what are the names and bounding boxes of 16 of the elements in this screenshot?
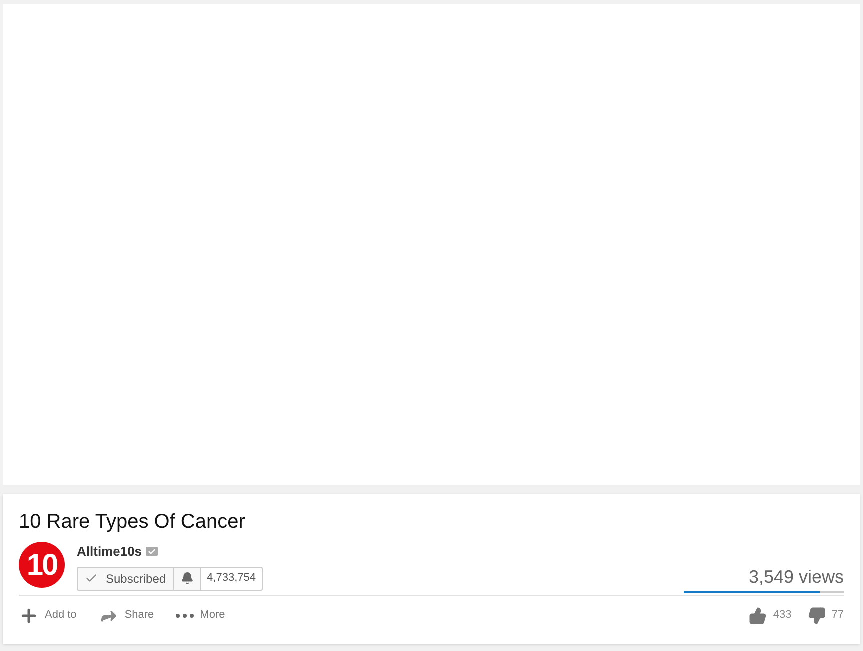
channel-logo[interactable]: 10 bbox=[19, 542, 65, 588]
action-button[interactable]: More bbox=[176, 607, 226, 624]
bell-icon bbox=[180, 572, 194, 585]
dislike-button[interactable]: 77 bbox=[808, 606, 844, 624]
like-button[interactable]: 433 bbox=[749, 606, 792, 624]
video-title: 10 Rare Types Of Cancer bbox=[19, 510, 246, 534]
subscribed-button[interactable]: Subscribed bbox=[77, 566, 174, 590]
action-button[interactable]: Share bbox=[98, 606, 154, 626]
subscriber-count: 4,733,754 bbox=[200, 566, 263, 590]
notification-bell-button[interactable] bbox=[174, 566, 200, 590]
view-count: 3,549 views bbox=[748, 566, 844, 589]
channel-name[interactable]: Alltime10s bbox=[77, 542, 142, 562]
more-icon bbox=[176, 614, 194, 618]
action-button[interactable]: Add to bbox=[19, 606, 77, 626]
thumbs-down-icon bbox=[808, 606, 826, 624]
thumbs-up-icon bbox=[749, 606, 768, 624]
